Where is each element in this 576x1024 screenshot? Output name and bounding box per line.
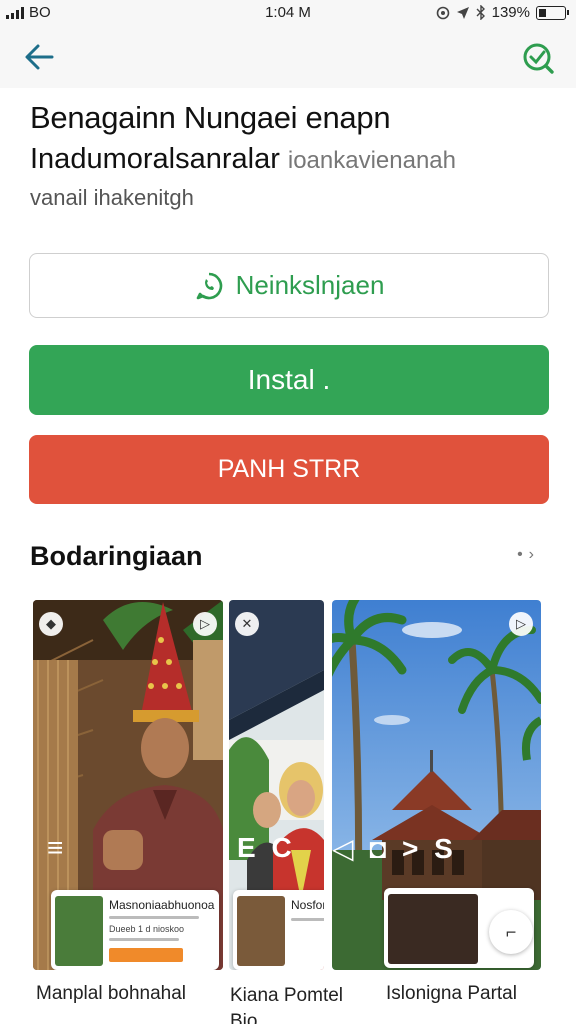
alarm-icon <box>436 6 449 19</box>
card-1-title: Masnoniaabhuonoa <box>109 898 215 912</box>
outline-button[interactable]: Neinkslnjaen <box>29 253 549 318</box>
screenshot-2-caption: Kiana Pomtel Bio <box>230 985 344 1024</box>
screenshots-carousel[interactable]: ◆ ▷ ≡ Masnoniaabhuonoa Dueeb 1 d nioskoo <box>33 600 541 972</box>
screenshot-2-card: Nosforiaalara <box>233 890 324 970</box>
app-subtitle: Inadumoralsanralar ioankavienanah <box>30 143 456 176</box>
screenshot-3-play-icon[interactable]: ▷ <box>509 612 533 636</box>
outline-button-label: Neinkslnjaen <box>235 270 385 300</box>
whatsapp-icon <box>196 272 222 299</box>
location-icon <box>456 6 469 19</box>
card-thumb-2 <box>237 896 285 966</box>
app-description: vanail ihakenitgh <box>30 185 194 210</box>
screenshot-2[interactable]: ✕ E C Nosforiaalara <box>229 600 324 970</box>
sync-icon[interactable] <box>520 40 556 76</box>
screenshot-1-badge-icon: ◆ <box>39 612 63 636</box>
screenshot-1-play-icon[interactable]: ▷ <box>193 612 217 636</box>
bluetooth-icon <box>476 5 485 20</box>
screenshot-2-close-icon[interactable]: ✕ <box>235 612 259 636</box>
screenshot-1-caption: Manplal bohnahal <box>36 983 187 1004</box>
red-action-button[interactable]: PANH STRR <box>29 435 549 504</box>
battery-percent: 139% <box>491 4 530 21</box>
chevron-right-icon[interactable]: •› <box>517 546 540 564</box>
card-thumb-1 <box>55 896 103 966</box>
screenshot-1-card: Masnoniaabhuonoa Dueeb 1 d nioskoo <box>51 890 219 970</box>
screenshot-3-caption: Islonigna Partal <box>386 983 517 1004</box>
expand-icon[interactable]: ⌐ <box>489 910 533 954</box>
app-subtitle-main: Inadumoralsanralar <box>30 143 280 175</box>
card-1-tag <box>109 948 183 962</box>
install-button-label: Instal . <box>247 364 331 395</box>
card-2-line <box>291 918 324 921</box>
app-bar <box>0 26 576 88</box>
status-right: 139% <box>436 4 569 21</box>
status-bar: BO 1:04 M 139% <box>0 0 576 26</box>
screenshot-3-overlay: ◁ ◘ > S <box>332 833 457 864</box>
battery-icon <box>536 5 569 20</box>
app-subtitle-muted: ioankavienanah <box>287 147 456 174</box>
menu-icon: ≡ <box>47 832 68 863</box>
screenshot-1[interactable]: ◆ ▷ ≡ Masnoniaabhuonoa Dueeb 1 d nioskoo <box>33 600 223 970</box>
card-1-sub: Dueeb 1 d nioskoo <box>109 924 185 934</box>
card-1-line-2 <box>109 938 179 941</box>
screenshot-3[interactable]: ▷ ◁ ◘ > S ⌐ <box>332 600 541 970</box>
card-thumb-3 <box>388 894 478 964</box>
install-button[interactable]: Instal . <box>29 345 549 415</box>
screenshot-2-overlay: E C <box>237 832 296 863</box>
arrow-left-icon[interactable] <box>22 40 58 74</box>
app-title: Benagainn Nungaei enapn <box>30 100 391 135</box>
screenshots-title: Bodaringiaan <box>30 541 203 571</box>
red-button-label: PANH STRR <box>217 455 361 483</box>
card-1-line <box>109 916 199 919</box>
card-2-title: Nosforiaalara <box>291 898 324 912</box>
